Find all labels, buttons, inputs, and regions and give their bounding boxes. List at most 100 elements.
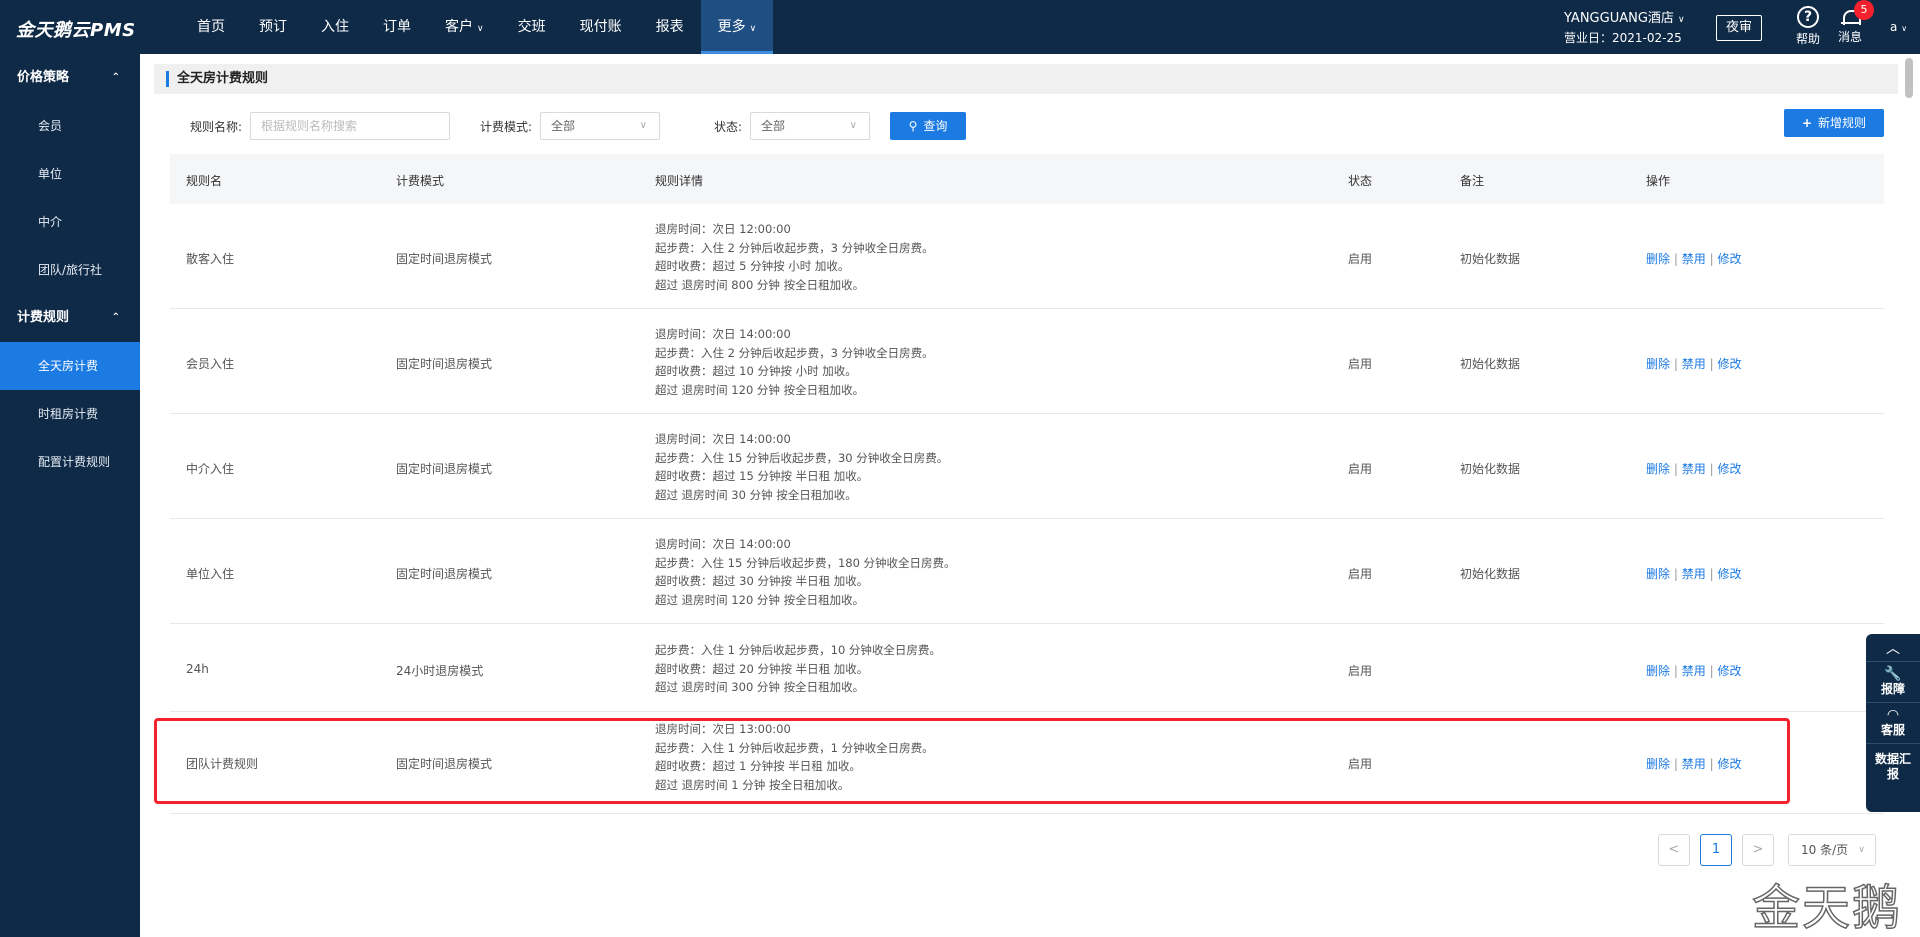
nav-label: 预订 (259, 19, 287, 35)
sidebar-group-label: 价格策略 (17, 70, 70, 85)
column-header-actions: 操作 (1646, 174, 1671, 188)
sidebar-item-group-travel[interactable]: 团队/旅行社 (0, 246, 140, 294)
disable-link[interactable]: 禁用 (1682, 567, 1706, 581)
nav-orders[interactable]: 订单 (366, 0, 428, 54)
column-header-note: 备注 (1460, 174, 1485, 188)
sidebar-group-price-strategy[interactable]: 价格策略 ⌃ (0, 54, 140, 102)
add-rule-button[interactable]: + 新增规则 (1784, 109, 1884, 137)
nav-cash-account[interactable]: 现付账 (563, 0, 639, 54)
edit-link[interactable]: 修改 (1717, 567, 1741, 581)
sidebar-item-company[interactable]: 单位 (0, 150, 140, 198)
prev-page-button[interactable]: < (1658, 834, 1690, 866)
customer-service-button[interactable]: ◠ 客服 (1866, 703, 1920, 744)
edit-link[interactable]: 修改 (1717, 462, 1741, 476)
detail-line: 超过 退房时间 120 分钟 按全日租加收。 (655, 592, 865, 607)
search-icon: ⚲ (908, 119, 918, 133)
chevron-down-icon: ∨ (1901, 24, 1908, 33)
floating-tools-panel: ︿ 🔧 报障 ◠ 客服 数据汇报 (1866, 634, 1920, 812)
disable-link[interactable]: 禁用 (1682, 664, 1706, 678)
nav-reports[interactable]: 报表 (639, 0, 701, 54)
edit-link[interactable]: 修改 (1717, 757, 1741, 771)
detail-line: 退房时间：次日 13:00:00 (655, 722, 791, 736)
rule-name-cell: 单位入住 (186, 567, 235, 581)
disable-link[interactable]: 禁用 (1682, 252, 1706, 266)
edit-link[interactable]: 修改 (1717, 252, 1741, 266)
nav-label: 入住 (321, 19, 349, 35)
data-report-button[interactable]: 数据汇报 (1866, 744, 1920, 790)
sidebar-item-full-day-billing[interactable]: 全天房计费 (0, 342, 140, 390)
query-button-label: 查询 (923, 119, 948, 133)
chevron-down-icon: ∨ (849, 120, 857, 131)
billing-mode-select[interactable]: 全部 ∨ (540, 112, 660, 140)
rule-details-cell: 起步费：入住 1 分钟后收起步费，10 分钟收全日房费。 超时收费：超过 20 … (655, 641, 941, 697)
delete-link[interactable]: 删除 (1646, 462, 1670, 476)
detail-line: 起步费：入住 15 分钟后收起步费，30 分钟收全日房费。 (655, 450, 949, 465)
edit-link[interactable]: 修改 (1717, 357, 1741, 371)
page-size-select[interactable]: 10 条/页 ∨ (1788, 834, 1876, 866)
separator: | (1673, 462, 1678, 476)
billing-mode-cell: 固定时间退房模式 (396, 757, 493, 771)
note-cell: 初始化数据 (1460, 462, 1521, 476)
status-cell: 启用 (1348, 567, 1373, 581)
billing-mode-value: 全部 (551, 119, 576, 133)
delete-link[interactable]: 删除 (1646, 252, 1670, 266)
rule-details-cell: 退房时间：次日 12:00:00 起步费：入住 2 分钟后收起步费，3 分钟收全… (655, 220, 934, 294)
nav-label: 交班 (517, 19, 546, 35)
table-row: 会员入住 固定时间退房模式 退房时间：次日 14:00:00 起步费：入住 2 … (170, 309, 1884, 414)
rule-details-cell: 退房时间：次日 14:00:00 起步费：入住 15 分钟后收起步费，180 分… (655, 535, 956, 609)
user-menu[interactable]: a ∨ (1890, 20, 1907, 34)
query-button[interactable]: ⚲ 查询 (890, 112, 966, 140)
status-cell: 启用 (1348, 757, 1373, 771)
data-report-label: 数据汇报 (1874, 752, 1911, 781)
sidebar-item-agent[interactable]: 中介 (0, 198, 140, 246)
delete-link[interactable]: 删除 (1646, 757, 1670, 771)
separator: | (1673, 757, 1678, 771)
table-row: 散客入住 固定时间退房模式 退房时间：次日 12:00:00 起步费：入住 2 … (170, 204, 1884, 309)
row-actions: 删除 | 禁用 | 修改 (1646, 355, 1741, 372)
edit-link[interactable]: 修改 (1717, 664, 1741, 678)
chevron-up-icon: ⌃ (111, 72, 120, 83)
app-logo[interactable]: 金天鹅云PMS (16, 16, 136, 42)
sidebar: 价格策略 ⌃ 会员 单位 中介 团队/旅行社 计费规则 ⌃ 全天房计费 时租房计… (0, 54, 140, 937)
disable-link[interactable]: 禁用 (1682, 462, 1706, 476)
sidebar-item-config-billing-rules[interactable]: 配置计费规则 (0, 438, 140, 486)
detail-line: 退房时间：次日 14:00:00 (655, 432, 791, 446)
row-actions: 删除 | 禁用 | 修改 (1646, 755, 1741, 772)
wrench-icon: 🔧 (1884, 666, 1902, 682)
messages-button[interactable]: 5 消息 (1830, 0, 1874, 45)
separator: | (1709, 567, 1714, 581)
report-issue-label: 报障 (1880, 682, 1905, 696)
separator: | (1673, 252, 1678, 266)
disable-link[interactable]: 禁用 (1682, 757, 1706, 771)
nav-reservation[interactable]: 预订 (242, 0, 304, 54)
delete-link[interactable]: 删除 (1646, 567, 1670, 581)
rule-name-label: 规则名称: (190, 120, 243, 134)
night-audit-button[interactable]: 夜审 (1716, 15, 1762, 41)
rule-name-input[interactable]: 根据规则名称搜索 (250, 112, 450, 140)
delete-link[interactable]: 删除 (1646, 664, 1670, 678)
nav-customers[interactable]: 客户 ∨ (428, 0, 501, 54)
detail-line: 起步费：入住 2 分钟后收起步费，3 分钟收全日房费。 (655, 240, 934, 255)
sidebar-item-hourly-billing[interactable]: 时租房计费 (0, 390, 140, 438)
help-button[interactable]: ? 帮助 (1788, 6, 1828, 47)
delete-link[interactable]: 删除 (1646, 357, 1670, 371)
nav-home[interactable]: 首页 (180, 0, 242, 54)
table-header: 规则名 计费模式 规则详情 状态 备注 操作 (170, 154, 1884, 204)
disable-link[interactable]: 禁用 (1682, 357, 1706, 371)
next-page-button[interactable]: > (1742, 834, 1774, 866)
scroll-top-button[interactable]: ︿ (1866, 634, 1920, 662)
separator: | (1709, 357, 1714, 371)
report-issue-button[interactable]: 🔧 报障 (1866, 662, 1920, 703)
nav-checkin[interactable]: 入住 (304, 0, 366, 54)
sidebar-item-member[interactable]: 会员 (0, 102, 140, 150)
detail-line: 超时收费：超过 5 分钟按 小时 加收。 (655, 259, 850, 273)
row-actions: 删除 | 禁用 | 修改 (1646, 662, 1741, 679)
detail-line: 超过 退房时间 120 分钟 按全日租加收。 (655, 382, 865, 397)
nav-shift[interactable]: 交班 (501, 0, 563, 54)
hotel-selector[interactable]: YANGGUANG酒店 ∨ 营业日：2021-02-25 (1564, 10, 1704, 47)
page-1-button[interactable]: 1 (1700, 834, 1732, 866)
scrollbar-thumb[interactable] (1905, 58, 1913, 98)
status-select[interactable]: 全部 ∨ (750, 112, 870, 140)
sidebar-group-billing-rules[interactable]: 计费规则 ⌃ (0, 294, 140, 342)
nav-more[interactable]: 更多 ∨ (700, 0, 774, 54)
